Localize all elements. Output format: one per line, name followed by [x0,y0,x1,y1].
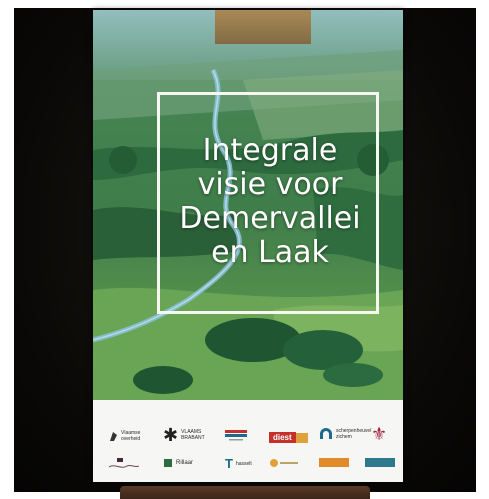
logo-text-line: zichem [336,434,352,440]
fleur-de-lis-icon: ⚜ [371,424,388,444]
poster-stand [120,486,370,499]
water-logo-icon [270,459,298,467]
logo-text-line: BRABANT [181,435,205,441]
logo-text-line: hasselt [235,460,252,467]
fleur-de-lis-logo: ⚜ [371,424,388,444]
teal-banner [365,458,395,467]
teal-banner-logo [365,458,395,467]
arch-icon [320,428,332,439]
poster-title-line: Demervallei [179,201,361,236]
diest-logo: diest [269,432,308,443]
orange-banner [319,458,349,467]
poster-title-line: Integrale [202,133,338,168]
province-logo [225,428,247,442]
poster-title-line: visie voor [197,167,343,202]
town-logo: T hasselt [225,456,252,471]
tape-strip [215,10,311,44]
partner-logo-strip: Vlaamse overheid ✱ VLAAMS BRABANT diest … [93,400,403,482]
vlaamse-overheid-logo: Vlaamse overheid [109,430,140,442]
flag-icon [225,430,247,441]
scherpenheuvel-logo: scherpenheuvel zichem [319,428,371,440]
lion-icon [110,431,117,441]
orange-banner-logo [319,458,349,467]
water-agency-logo [269,458,299,468]
vlaams-brabant-logo: ✱ VLAAMS BRABANT [163,425,205,445]
poster-title: Integrale visie voor Demervallei en Laak [155,134,385,270]
rillaar-logo: Rillaar [163,458,193,468]
aerial-landscape-image: Integrale visie voor Demervallei en Laak [93,10,403,400]
regional-landscape-logo [109,458,139,470]
logo-text-line: Rillaar [176,460,194,466]
town-logo-letter: T [225,456,233,471]
photo: Integrale visie voor Demervallei en Laak… [0,0,489,499]
emblem-icon [164,459,172,467]
poster: Integrale visie voor Demervallei en Laak… [93,10,403,482]
logo-text-line: overheid [121,436,141,442]
poster-title-line: en Laak [211,235,329,270]
asterisk-icon: ✱ [163,425,179,445]
diest-logo-text: diest [269,432,296,443]
diest-logo-badge [295,432,308,443]
script-logo-icon [109,458,139,468]
